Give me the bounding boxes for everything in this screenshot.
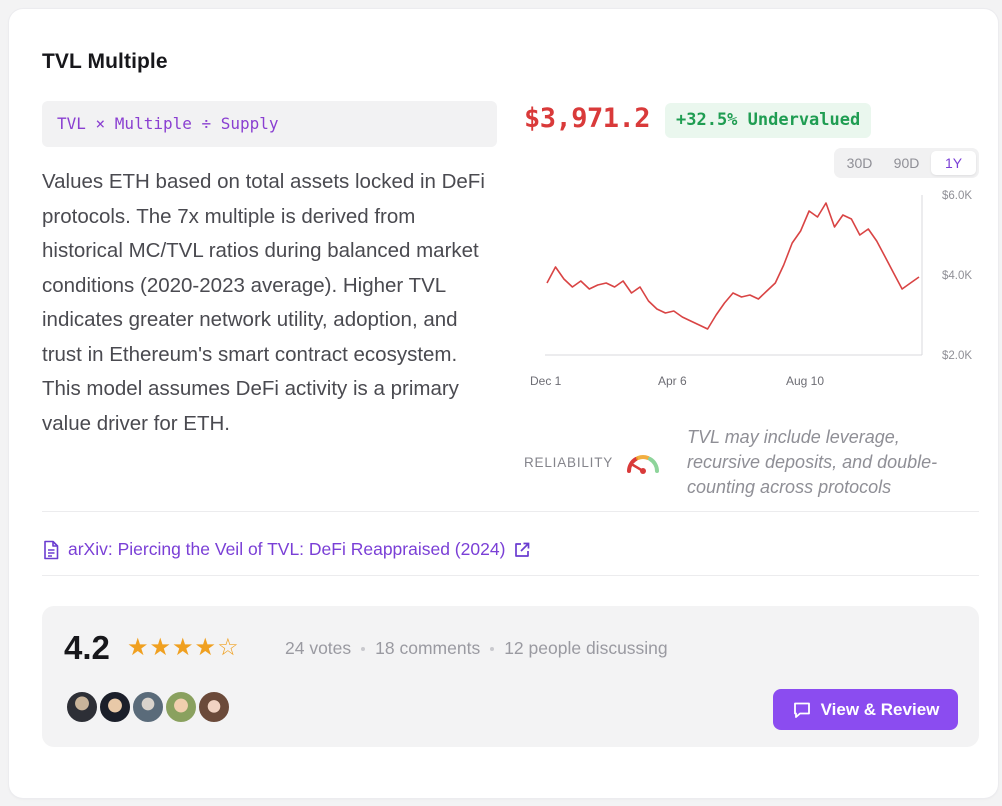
x-tick-label: Aug 10 (786, 374, 824, 388)
participant-avatars (65, 690, 231, 724)
separator-dot (490, 646, 495, 651)
rating-panel: 4.2 ★ ★ ★ ★ ☆ 24 votes 18 comments 12 people… (42, 606, 979, 747)
series-line (546, 202, 920, 330)
avatar[interactable] (197, 690, 231, 724)
time-range-selector: 30D 90D 1Y (834, 148, 979, 178)
divider (42, 575, 979, 576)
document-icon (44, 540, 59, 559)
valuation-badge: +32.5% Undervalued (665, 103, 872, 138)
rating-score: 4.2 (64, 629, 110, 666)
view-review-label[interactable]: View & Review (821, 700, 940, 720)
range-1y-button[interactable]: 1Y (931, 151, 976, 175)
source-link[interactable]: arXiv: Piercing the Veil of TVL: DeFi Re… (42, 539, 531, 560)
view-review-button[interactable]: View & Review (773, 689, 958, 730)
star-filled-icon: ★ (172, 634, 194, 661)
model-description: Values ETH based on total assets locked … (42, 170, 485, 435)
star-empty-icon: ☆ (217, 634, 239, 661)
votes-count: 24 votes (285, 638, 352, 658)
chat-bubble-icon (793, 702, 810, 718)
card-title: TVL Multiple (42, 50, 168, 73)
star-filled-icon: ★ (194, 634, 217, 661)
tvl-multiple-card: TVL Multiple TVL × Multiple ÷ Supply Val… (9, 9, 998, 798)
source-link-text[interactable]: arXiv: Piercing the Veil of TVL: DeFi Re… (68, 539, 505, 560)
avatar[interactable] (65, 690, 99, 724)
y-tick-label: $4.0K (942, 270, 972, 282)
model-price: $3,971.2 (524, 103, 651, 134)
range-30d-button[interactable]: 30D (837, 151, 882, 175)
formula-box: TVL × Multiple ÷ Supply (42, 101, 497, 147)
range-90d-button[interactable]: 90D (884, 151, 929, 175)
price-line-chart: $6.0K $4.0K $2.0K Dec 1 Apr 6 Aug 10 (530, 190, 972, 388)
comments-count: 18 comments (375, 638, 481, 658)
star-filled-icon: ★ (127, 634, 149, 661)
avatar[interactable] (164, 690, 198, 724)
x-tick-label: Dec 1 (530, 374, 562, 388)
external-link-icon[interactable] (513, 541, 531, 559)
reliability-label: RELIABILITY (524, 455, 614, 470)
avatar[interactable] (98, 690, 132, 724)
y-tick-label: $6.0K (942, 190, 972, 202)
divider (42, 511, 979, 512)
separator-dot (361, 646, 366, 651)
rating-stats: 24 votes 18 comments 12 people discussin… (285, 638, 668, 659)
x-tick-label: Apr 6 (658, 374, 687, 388)
discussing-count: 12 people discussing (504, 638, 668, 658)
gauge-icon (627, 455, 659, 474)
star-rating: ★ ★ ★ ★ ☆ (127, 635, 239, 661)
y-tick-label: $2.0K (942, 350, 972, 362)
avatar[interactable] (131, 690, 165, 724)
reliability-caveat: TVL may include leverage, recursive depo… (687, 427, 938, 497)
star-filled-icon: ★ (149, 634, 172, 661)
